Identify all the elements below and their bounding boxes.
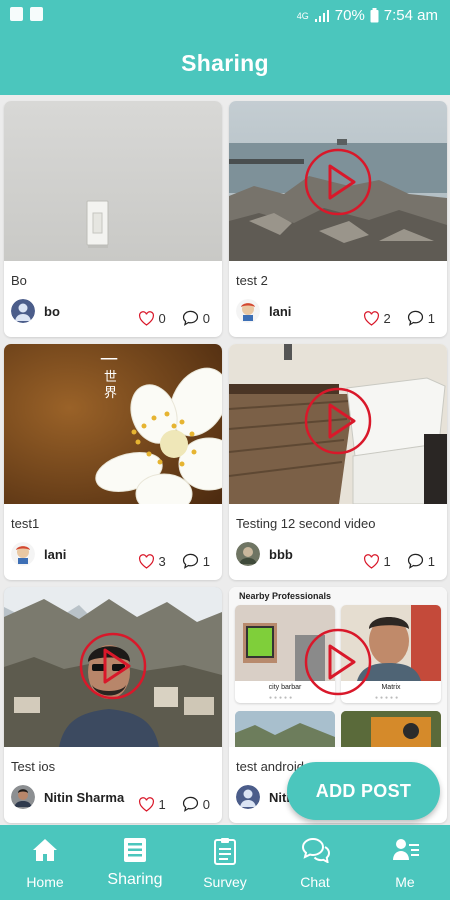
avatar (236, 785, 260, 809)
play-icon[interactable] (303, 386, 373, 456)
post-image[interactable]: 一 世 界 (4, 344, 222, 504)
post-card[interactable]: 一 世 界 test1 lani 3 1 (4, 344, 222, 580)
post-video[interactable]: Nearby Professionals city barbar ●●●●● M… (229, 587, 447, 747)
page-title: Sharing (181, 50, 269, 76)
post-image[interactable] (4, 101, 222, 261)
add-post-button[interactable]: ADD POST (287, 762, 440, 820)
nav-item-home[interactable]: Home (0, 825, 90, 900)
battery-icon (370, 8, 379, 23)
calligraphy-bottom: 世 界 (104, 370, 118, 401)
author-name: bo (44, 303, 60, 319)
nav-item-chat[interactable]: Chat (270, 825, 360, 900)
list-icon (124, 838, 146, 862)
comment-icon[interactable] (182, 796, 199, 812)
post-stats: 1 1 (363, 553, 435, 569)
profile-icon (393, 839, 419, 860)
nav-item-survey[interactable]: Survey (180, 825, 270, 900)
post-caption: test 2 (236, 273, 268, 288)
heart-icon[interactable] (363, 310, 380, 326)
play-icon[interactable] (78, 631, 148, 701)
post-video[interactable] (229, 101, 447, 261)
thumbnail-heading: Nearby Professionals (239, 591, 332, 601)
post-author[interactable]: lani (236, 299, 291, 323)
comment-count: 0 (202, 310, 210, 326)
post-stats: 1 0 (138, 796, 210, 812)
thumbnail-tile (235, 711, 335, 747)
comment-icon[interactable] (182, 553, 199, 569)
post-author[interactable]: Niti (236, 785, 290, 809)
comment-icon[interactable] (182, 310, 199, 326)
like-count: 0 (158, 310, 166, 326)
avatar (11, 299, 35, 323)
comment-count: 1 (202, 553, 210, 569)
bottom-nav: Home Sharing Survey Chat Me (0, 825, 450, 900)
comment-icon[interactable] (407, 553, 424, 569)
avatar (236, 542, 260, 566)
avatar (11, 542, 35, 566)
chat-icon (302, 837, 330, 863)
like-count: 1 (383, 553, 391, 569)
signal-icon (314, 9, 329, 22)
heart-icon[interactable] (138, 796, 155, 812)
status-bar: 4G 70% 7:54 am (0, 0, 450, 32)
post-author[interactable]: bo (11, 299, 60, 323)
play-icon[interactable] (303, 627, 373, 697)
nav-label: Chat (300, 874, 330, 890)
clock: 7:54 am (383, 7, 438, 24)
comment-count: 0 (202, 796, 210, 812)
calligraphy-top: 一 (100, 350, 118, 371)
post-stats: 3 1 (138, 553, 210, 569)
like-count: 2 (383, 310, 391, 326)
post-caption: Testing 12 second video (236, 516, 376, 531)
author-name: lani (269, 303, 292, 319)
post-author[interactable]: Nitin Sharma (11, 785, 124, 809)
heart-icon[interactable] (138, 553, 155, 569)
network-type: 4G (296, 10, 309, 21)
home-icon (33, 839, 57, 861)
clipboard-icon (214, 838, 236, 865)
post-stats: 0 0 (138, 310, 210, 326)
rating-dots: ●●●●● (375, 695, 401, 701)
post-caption: test1 (11, 516, 40, 531)
author-name: bbb (269, 546, 293, 562)
avatar (236, 299, 260, 323)
nav-item-me[interactable]: Me (360, 825, 450, 900)
comment-count: 1 (427, 553, 435, 569)
post-card[interactable]: test 2 lani 2 1 (229, 101, 447, 337)
play-icon[interactable] (303, 147, 373, 217)
post-stats: 2 1 (363, 310, 435, 326)
heart-icon[interactable] (138, 310, 155, 326)
post-author[interactable]: bbb (236, 542, 293, 566)
post-caption: Bo (11, 273, 27, 288)
notification-icon (10, 7, 23, 21)
post-feed[interactable]: Bo bo 0 0 test 2 lani 2 1 一 世 界 test1 la… (0, 95, 450, 825)
post-card[interactable]: Test ios Nitin Sharma 1 0 (4, 587, 222, 823)
post-card[interactable]: Testing 12 second video bbb 1 1 (229, 344, 447, 580)
heart-icon[interactable] (363, 553, 380, 569)
notification-icon (30, 7, 43, 21)
avatar (11, 785, 35, 809)
post-card[interactable]: Bo bo 0 0 (4, 101, 222, 337)
like-count: 1 (158, 796, 166, 812)
battery-percent: 70% (334, 7, 365, 24)
post-video[interactable] (4, 587, 222, 747)
nav-label: Home (26, 874, 64, 890)
post-video[interactable] (229, 344, 447, 504)
author-name: Nitin Sharma (44, 789, 125, 805)
nav-label: Sharing (107, 871, 163, 888)
post-author[interactable]: lani (11, 542, 66, 566)
author-name: lani (44, 546, 67, 562)
nav-label: Survey (203, 874, 247, 890)
comment-icon[interactable] (407, 310, 424, 326)
nav-item-sharing[interactable]: Sharing (90, 825, 180, 900)
comment-count: 1 (427, 310, 435, 326)
rating-dots: ●●●●● (269, 695, 295, 701)
app-bar: 4G 70% 7:54 am Sharing (0, 0, 450, 95)
post-caption: Test ios (11, 759, 56, 774)
thumbnail-tile (341, 711, 441, 747)
like-count: 3 (158, 553, 166, 569)
nav-label: Me (395, 874, 415, 890)
